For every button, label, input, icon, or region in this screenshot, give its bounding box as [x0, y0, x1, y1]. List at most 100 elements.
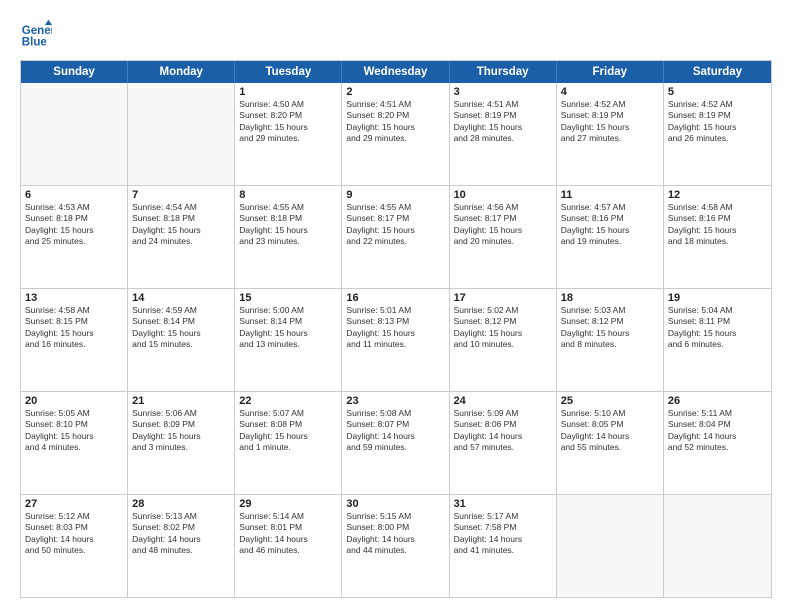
- calendar-day-8: 8Sunrise: 4:55 AMSunset: 8:18 PMDaylight…: [235, 186, 342, 288]
- day-detail: Sunrise: 4:50 AMSunset: 8:20 PMDaylight:…: [239, 99, 337, 145]
- day-detail: Sunrise: 5:04 AMSunset: 8:11 PMDaylight:…: [668, 305, 767, 351]
- calendar-day-18: 18Sunrise: 5:03 AMSunset: 8:12 PMDayligh…: [557, 289, 664, 391]
- calendar-day-5: 5Sunrise: 4:52 AMSunset: 8:19 PMDaylight…: [664, 83, 771, 185]
- day-number: 19: [668, 292, 767, 304]
- calendar-day-11: 11Sunrise: 4:57 AMSunset: 8:16 PMDayligh…: [557, 186, 664, 288]
- calendar-day-29: 29Sunrise: 5:14 AMSunset: 8:01 PMDayligh…: [235, 495, 342, 597]
- day-number: 1: [239, 86, 337, 98]
- calendar-day-6: 6Sunrise: 4:53 AMSunset: 8:18 PMDaylight…: [21, 186, 128, 288]
- day-number: 31: [454, 498, 552, 510]
- day-number: 24: [454, 395, 552, 407]
- day-number: 17: [454, 292, 552, 304]
- day-detail: Sunrise: 4:55 AMSunset: 8:17 PMDaylight:…: [346, 202, 444, 248]
- day-detail: Sunrise: 5:17 AMSunset: 7:58 PMDaylight:…: [454, 511, 552, 557]
- day-detail: Sunrise: 4:57 AMSunset: 8:16 PMDaylight:…: [561, 202, 659, 248]
- calendar-week-1: 1Sunrise: 4:50 AMSunset: 8:20 PMDaylight…: [21, 83, 771, 185]
- day-detail: Sunrise: 5:06 AMSunset: 8:09 PMDaylight:…: [132, 408, 230, 454]
- calendar-week-3: 13Sunrise: 4:58 AMSunset: 8:15 PMDayligh…: [21, 288, 771, 391]
- calendar-day-21: 21Sunrise: 5:06 AMSunset: 8:09 PMDayligh…: [128, 392, 235, 494]
- day-number: 18: [561, 292, 659, 304]
- weekday-header-thursday: Thursday: [450, 61, 557, 83]
- calendar-day-15: 15Sunrise: 5:00 AMSunset: 8:14 PMDayligh…: [235, 289, 342, 391]
- day-detail: Sunrise: 4:58 AMSunset: 8:16 PMDaylight:…: [668, 202, 767, 248]
- day-detail: Sunrise: 4:52 AMSunset: 8:19 PMDaylight:…: [668, 99, 767, 145]
- svg-text:Blue: Blue: [22, 37, 48, 49]
- calendar-day-22: 22Sunrise: 5:07 AMSunset: 8:08 PMDayligh…: [235, 392, 342, 494]
- day-detail: Sunrise: 5:09 AMSunset: 8:06 PMDaylight:…: [454, 408, 552, 454]
- calendar-day-empty: [557, 495, 664, 597]
- calendar-body: 1Sunrise: 4:50 AMSunset: 8:20 PMDaylight…: [21, 83, 771, 597]
- day-number: 29: [239, 498, 337, 510]
- calendar-day-16: 16Sunrise: 5:01 AMSunset: 8:13 PMDayligh…: [342, 289, 449, 391]
- calendar-day-3: 3Sunrise: 4:51 AMSunset: 8:19 PMDaylight…: [450, 83, 557, 185]
- logo-icon: General Blue: [20, 18, 52, 50]
- day-number: 16: [346, 292, 444, 304]
- day-detail: Sunrise: 4:51 AMSunset: 8:19 PMDaylight:…: [454, 99, 552, 145]
- day-number: 10: [454, 189, 552, 201]
- day-detail: Sunrise: 4:55 AMSunset: 8:18 PMDaylight:…: [239, 202, 337, 248]
- day-detail: Sunrise: 4:58 AMSunset: 8:15 PMDaylight:…: [25, 305, 123, 351]
- day-detail: Sunrise: 5:01 AMSunset: 8:13 PMDaylight:…: [346, 305, 444, 351]
- calendar-week-5: 27Sunrise: 5:12 AMSunset: 8:03 PMDayligh…: [21, 494, 771, 597]
- svg-text:General: General: [22, 25, 52, 37]
- weekday-header-sunday: Sunday: [21, 61, 128, 83]
- weekday-header-monday: Monday: [128, 61, 235, 83]
- day-number: 21: [132, 395, 230, 407]
- weekday-header-tuesday: Tuesday: [235, 61, 342, 83]
- calendar-header: SundayMondayTuesdayWednesdayThursdayFrid…: [21, 61, 771, 83]
- day-detail: Sunrise: 4:54 AMSunset: 8:18 PMDaylight:…: [132, 202, 230, 248]
- day-number: 20: [25, 395, 123, 407]
- calendar-day-9: 9Sunrise: 4:55 AMSunset: 8:17 PMDaylight…: [342, 186, 449, 288]
- calendar-week-2: 6Sunrise: 4:53 AMSunset: 8:18 PMDaylight…: [21, 185, 771, 288]
- calendar-day-28: 28Sunrise: 5:13 AMSunset: 8:02 PMDayligh…: [128, 495, 235, 597]
- day-detail: Sunrise: 4:56 AMSunset: 8:17 PMDaylight:…: [454, 202, 552, 248]
- calendar-day-empty: [128, 83, 235, 185]
- calendar-day-27: 27Sunrise: 5:12 AMSunset: 8:03 PMDayligh…: [21, 495, 128, 597]
- calendar-day-14: 14Sunrise: 4:59 AMSunset: 8:14 PMDayligh…: [128, 289, 235, 391]
- day-number: 25: [561, 395, 659, 407]
- calendar-day-10: 10Sunrise: 4:56 AMSunset: 8:17 PMDayligh…: [450, 186, 557, 288]
- day-detail: Sunrise: 4:53 AMSunset: 8:18 PMDaylight:…: [25, 202, 123, 248]
- day-number: 14: [132, 292, 230, 304]
- calendar-day-20: 20Sunrise: 5:05 AMSunset: 8:10 PMDayligh…: [21, 392, 128, 494]
- day-number: 2: [346, 86, 444, 98]
- day-detail: Sunrise: 5:14 AMSunset: 8:01 PMDaylight:…: [239, 511, 337, 557]
- day-detail: Sunrise: 4:52 AMSunset: 8:19 PMDaylight:…: [561, 99, 659, 145]
- day-detail: Sunrise: 5:00 AMSunset: 8:14 PMDaylight:…: [239, 305, 337, 351]
- calendar-day-23: 23Sunrise: 5:08 AMSunset: 8:07 PMDayligh…: [342, 392, 449, 494]
- calendar: SundayMondayTuesdayWednesdayThursdayFrid…: [20, 60, 772, 598]
- calendar-day-30: 30Sunrise: 5:15 AMSunset: 8:00 PMDayligh…: [342, 495, 449, 597]
- day-number: 3: [454, 86, 552, 98]
- day-number: 8: [239, 189, 337, 201]
- day-number: 23: [346, 395, 444, 407]
- calendar-week-4: 20Sunrise: 5:05 AMSunset: 8:10 PMDayligh…: [21, 391, 771, 494]
- weekday-header-wednesday: Wednesday: [342, 61, 449, 83]
- logo: General Blue: [20, 18, 52, 50]
- day-detail: Sunrise: 5:12 AMSunset: 8:03 PMDaylight:…: [25, 511, 123, 557]
- day-detail: Sunrise: 5:03 AMSunset: 8:12 PMDaylight:…: [561, 305, 659, 351]
- day-number: 22: [239, 395, 337, 407]
- day-number: 28: [132, 498, 230, 510]
- day-number: 12: [668, 189, 767, 201]
- calendar-day-4: 4Sunrise: 4:52 AMSunset: 8:19 PMDaylight…: [557, 83, 664, 185]
- calendar-day-2: 2Sunrise: 4:51 AMSunset: 8:20 PMDaylight…: [342, 83, 449, 185]
- day-detail: Sunrise: 5:05 AMSunset: 8:10 PMDaylight:…: [25, 408, 123, 454]
- day-detail: Sunrise: 5:02 AMSunset: 8:12 PMDaylight:…: [454, 305, 552, 351]
- day-number: 26: [668, 395, 767, 407]
- calendar-day-empty: [664, 495, 771, 597]
- calendar-day-empty: [21, 83, 128, 185]
- calendar-day-17: 17Sunrise: 5:02 AMSunset: 8:12 PMDayligh…: [450, 289, 557, 391]
- day-detail: Sunrise: 5:15 AMSunset: 8:00 PMDaylight:…: [346, 511, 444, 557]
- day-detail: Sunrise: 5:13 AMSunset: 8:02 PMDaylight:…: [132, 511, 230, 557]
- page-header: General Blue: [20, 18, 772, 50]
- day-detail: Sunrise: 4:59 AMSunset: 8:14 PMDaylight:…: [132, 305, 230, 351]
- day-number: 6: [25, 189, 123, 201]
- calendar-day-1: 1Sunrise: 4:50 AMSunset: 8:20 PMDaylight…: [235, 83, 342, 185]
- calendar-day-31: 31Sunrise: 5:17 AMSunset: 7:58 PMDayligh…: [450, 495, 557, 597]
- weekday-header-saturday: Saturday: [664, 61, 771, 83]
- day-detail: Sunrise: 5:10 AMSunset: 8:05 PMDaylight:…: [561, 408, 659, 454]
- calendar-day-25: 25Sunrise: 5:10 AMSunset: 8:05 PMDayligh…: [557, 392, 664, 494]
- day-detail: Sunrise: 5:07 AMSunset: 8:08 PMDaylight:…: [239, 408, 337, 454]
- day-number: 7: [132, 189, 230, 201]
- day-number: 27: [25, 498, 123, 510]
